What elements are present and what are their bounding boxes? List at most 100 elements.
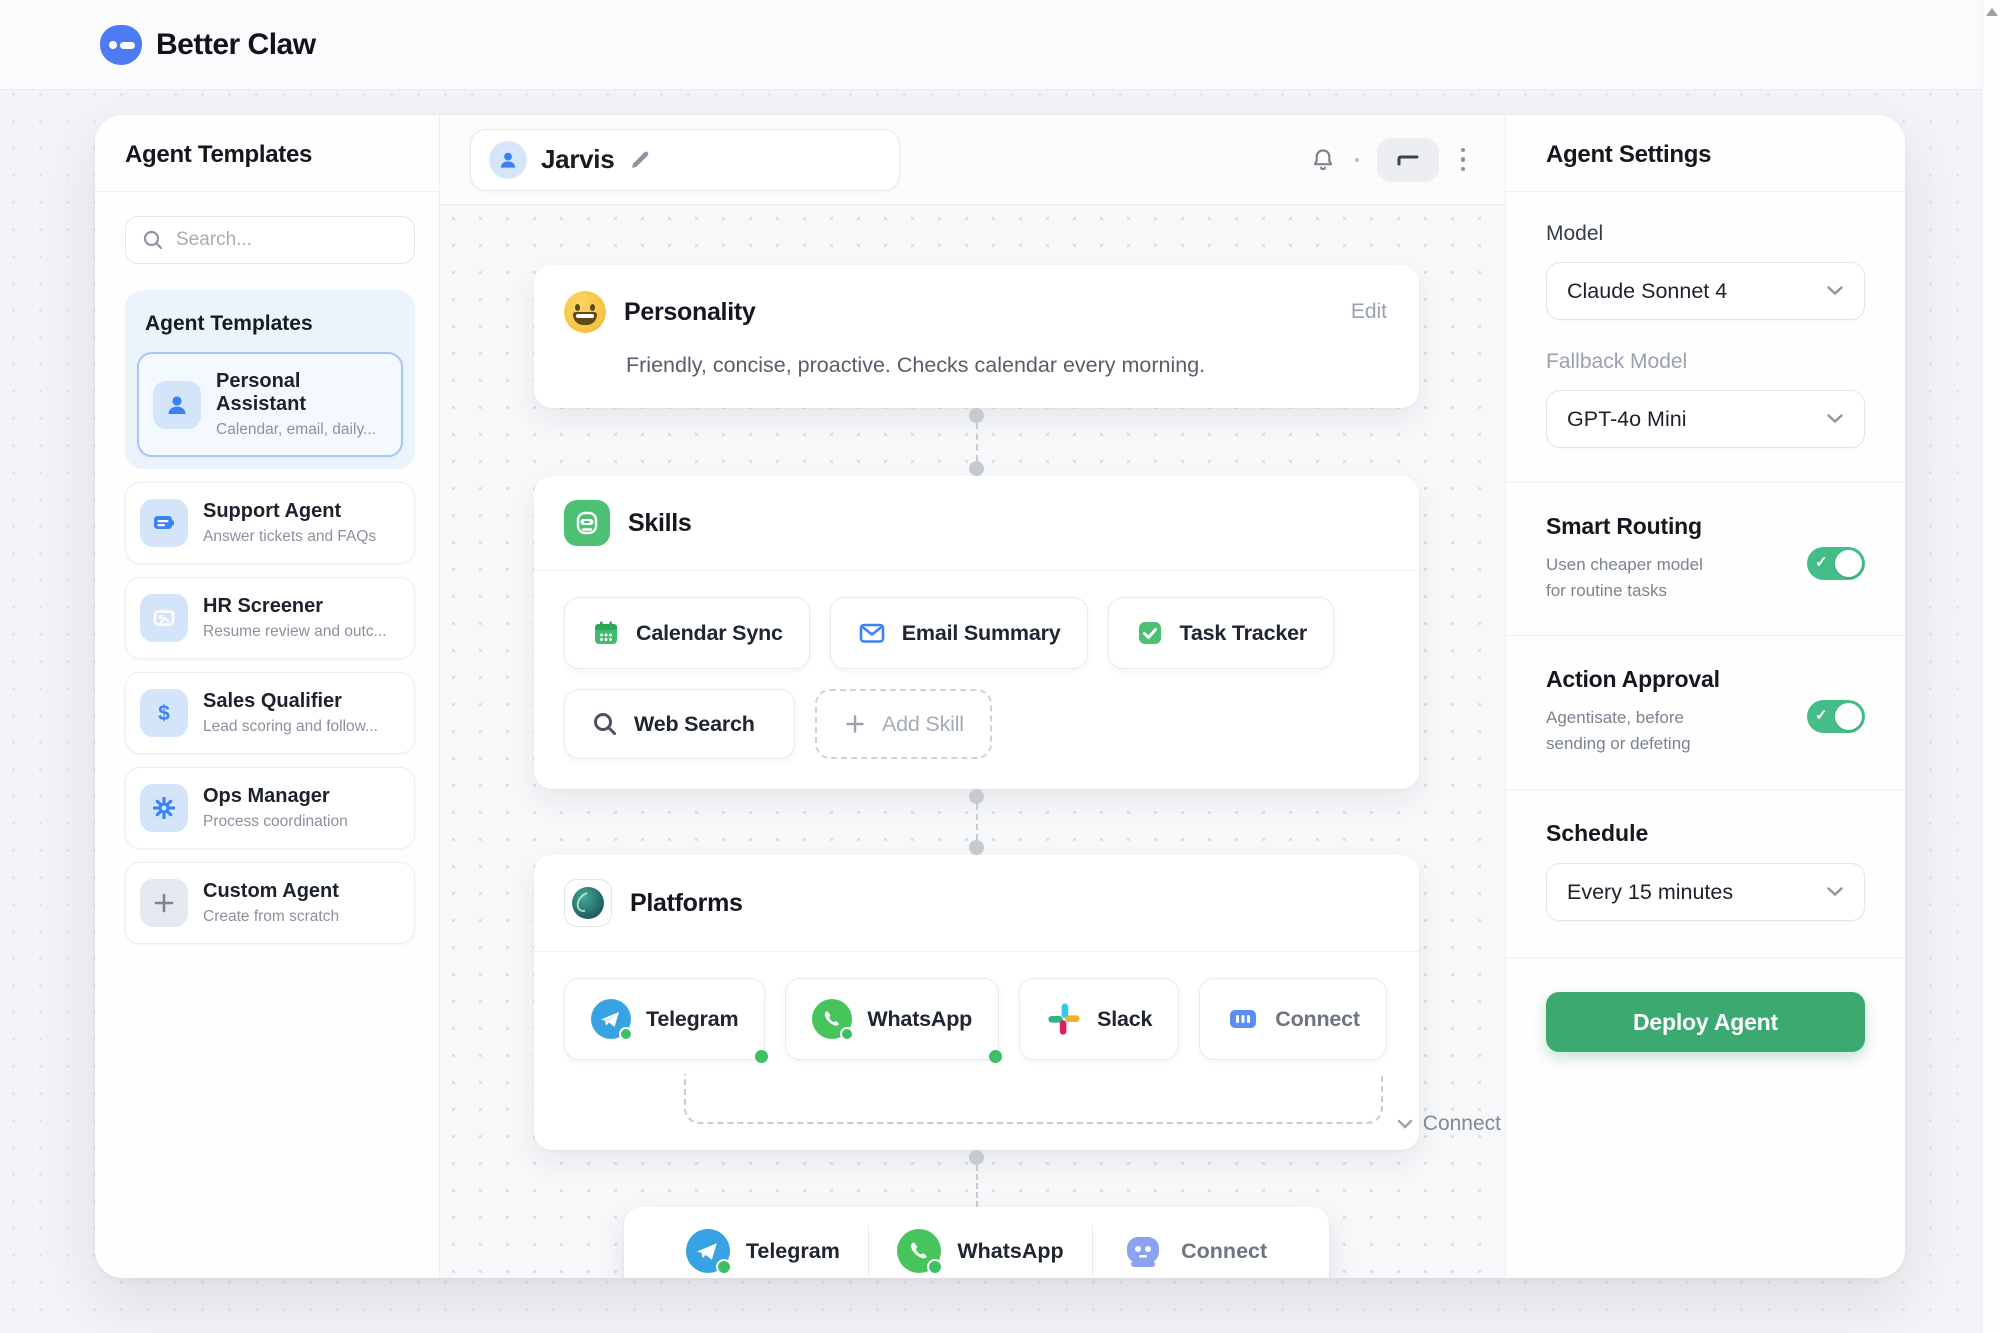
calendar-icon xyxy=(591,618,621,648)
template-item-personal-assistant[interactable]: Personal Assistant Calendar, email, dail… xyxy=(137,352,403,457)
fallback-model-value: GPT-4o Mini xyxy=(1567,407,1686,432)
action-approval-title: Action Approval xyxy=(1546,666,1720,693)
skill-chip-web-search[interactable]: Web Search xyxy=(564,689,795,759)
chevron-down-icon xyxy=(1826,413,1844,425)
page-scrollbar[interactable] xyxy=(1982,0,2000,1333)
toolbar-label: Telegram xyxy=(746,1239,840,1264)
brand-name: Better Claw xyxy=(156,28,316,62)
undo-button[interactable] xyxy=(1377,138,1439,182)
template-item-ops-manager[interactable]: Ops Manager Process coordination xyxy=(125,767,415,849)
template-item-custom-agent[interactable]: Custom Agent Create from scratch xyxy=(125,862,415,944)
skill-chip-task-tracker[interactable]: Task Tracker xyxy=(1108,597,1335,669)
agent-avatar xyxy=(489,141,527,179)
deploy-agent-button[interactable]: Deploy Agent xyxy=(1546,992,1865,1052)
more-options-button[interactable] xyxy=(1457,144,1470,176)
platform-chip-slack[interactable]: Slack xyxy=(1019,978,1179,1060)
connector-skills-platforms xyxy=(534,789,1419,855)
template-title: Ops Manager xyxy=(203,785,348,808)
platform-toolbar: Telegram WhatsApp xyxy=(624,1207,1329,1278)
personality-description: Friendly, concise, proactive. Checks cal… xyxy=(626,353,1387,378)
search-placeholder: Search... xyxy=(176,229,252,251)
top-app-bar: Better Claw xyxy=(0,0,2000,90)
schedule-value: Every 15 minutes xyxy=(1567,880,1733,905)
connect-grid-icon xyxy=(1226,1002,1260,1036)
platform-chip-label: Telegram xyxy=(646,1007,738,1032)
toolbar-item-whatsapp[interactable]: WhatsApp xyxy=(869,1229,1091,1273)
model-select[interactable]: Claude Sonnet 4 xyxy=(1546,262,1865,320)
gear-icon xyxy=(140,784,188,832)
template-item-sales-qualifier[interactable]: $ Sales Qualifier Lead scoring and follo… xyxy=(125,672,415,754)
agent-templates-sidebar: Agent Templates Search... Agent Template… xyxy=(95,115,440,1278)
platform-chip-connect[interactable]: Connect xyxy=(1199,978,1387,1060)
scroll-up-arrow-icon[interactable] xyxy=(1986,8,1998,16)
route-connect-label[interactable]: Connect xyxy=(1397,1112,1501,1136)
slack-icon xyxy=(1046,1001,1082,1037)
smart-routing-toggle[interactable]: ✓ xyxy=(1807,547,1865,580)
resume-icon xyxy=(140,594,188,642)
svg-text:$: $ xyxy=(158,702,170,725)
skill-chip-label: Task Tracker xyxy=(1180,621,1308,646)
smart-routing-desc: Usen cheaper model for routine tasks xyxy=(1546,552,1703,605)
skill-chip-label: Calendar Sync xyxy=(636,621,783,646)
template-item-hr-screener[interactable]: HR Screener Resume review and outc... xyxy=(125,577,415,659)
divider xyxy=(1506,635,1905,636)
settings-title: Agent Settings xyxy=(1546,141,1865,169)
agent-name-field[interactable]: Jarvis xyxy=(470,129,900,191)
connected-status-dot xyxy=(755,1050,768,1063)
model-value: Claude Sonnet 4 xyxy=(1567,279,1727,304)
canvas-header: Jarvis xyxy=(440,115,1505,205)
ticket-icon xyxy=(140,499,188,547)
skill-chip-email-summary[interactable]: Email Summary xyxy=(830,597,1088,669)
email-icon xyxy=(857,618,887,648)
brand-logo-icon xyxy=(100,25,142,65)
platform-chip-whatsapp[interactable]: WhatsApp xyxy=(785,978,999,1060)
agent-settings-panel: Agent Settings Model Claude Sonnet 4 Fal… xyxy=(1505,115,1905,1278)
model-label: Model xyxy=(1546,222,1865,246)
undo-arrow-icon xyxy=(1395,151,1421,169)
connector-personality-skills xyxy=(534,408,1419,476)
plus-icon xyxy=(140,879,188,927)
smart-routing-title: Smart Routing xyxy=(1546,513,1703,540)
canvas-column: Jarvis xyxy=(440,115,1505,1278)
templates-group: Agent Templates Personal Assistant Calen… xyxy=(125,290,415,469)
robot-face-icon xyxy=(1121,1231,1165,1271)
search-input[interactable]: Search... xyxy=(125,216,415,264)
add-skill-label: Add Skill xyxy=(882,712,964,737)
whatsapp-icon xyxy=(897,1229,941,1273)
check-square-icon xyxy=(1135,618,1165,648)
pencil-edit-icon[interactable] xyxy=(628,148,652,172)
platform-chip-telegram[interactable]: Telegram xyxy=(564,978,765,1060)
schedule-select[interactable]: Every 15 minutes xyxy=(1546,863,1865,921)
bell-icon[interactable] xyxy=(1309,146,1337,174)
canvas-actions xyxy=(1309,138,1470,182)
action-approval-toggle[interactable]: ✓ xyxy=(1807,700,1865,733)
sidebar-title: Agent Templates xyxy=(125,141,415,169)
platform-chip-label: Slack xyxy=(1097,1007,1152,1032)
separator-dot xyxy=(1355,158,1359,162)
templates-group-title: Agent Templates xyxy=(145,312,403,336)
skill-chip-calendar-sync[interactable]: Calendar Sync xyxy=(564,597,810,669)
template-desc: Process coordination xyxy=(203,813,348,831)
search-icon xyxy=(142,229,164,251)
agent-canvas: Personality Edit Friendly, concise, proa… xyxy=(440,205,1505,1278)
schedule-label: Schedule xyxy=(1546,820,1865,847)
add-skill-button[interactable]: Add Skill xyxy=(815,689,992,759)
template-title: Support Agent xyxy=(203,500,376,523)
magnifier-icon xyxy=(591,710,619,738)
template-desc: Answer tickets and FAQs xyxy=(203,528,376,546)
toolbar-item-telegram[interactable]: Telegram xyxy=(658,1229,868,1273)
platform-chip-label: Connect xyxy=(1275,1007,1360,1032)
fallback-model-select[interactable]: GPT-4o Mini xyxy=(1546,390,1865,448)
chevron-down-icon xyxy=(1397,1119,1413,1130)
skills-robot-icon xyxy=(564,500,610,546)
toolbar-item-connect[interactable]: Connect xyxy=(1093,1231,1295,1271)
divider xyxy=(1506,789,1905,790)
toolbar-label: WhatsApp xyxy=(957,1239,1063,1264)
action-approval-setting: Action Approval Agentisate, before sendi… xyxy=(1546,666,1865,758)
divider xyxy=(95,191,439,192)
skills-title: Skills xyxy=(628,509,692,538)
skills-card: Skills Calendar Sync Email Summary xyxy=(534,476,1419,789)
template-title: HR Screener xyxy=(203,595,387,618)
template-item-support-agent[interactable]: Support Agent Answer tickets and FAQs xyxy=(125,482,415,564)
edit-personality-link[interactable]: Edit xyxy=(1351,300,1387,324)
